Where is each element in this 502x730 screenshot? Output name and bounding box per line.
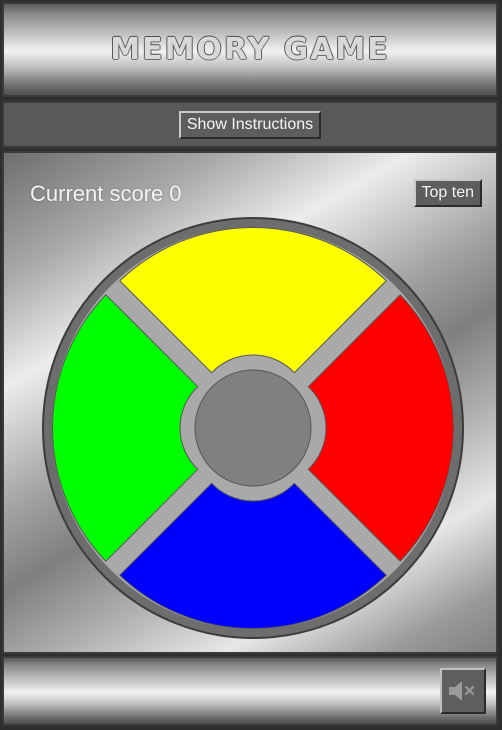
score-display: Current score 0 (30, 181, 182, 207)
toolbar: Show Instructions (2, 101, 498, 148)
page-title: MEMORY GAME (110, 32, 390, 67)
game-board (42, 217, 464, 639)
show-instructions-button[interactable]: Show Instructions (178, 110, 322, 139)
top-ten-button[interactable]: Top ten (413, 179, 482, 207)
mute-button[interactable] (440, 668, 486, 714)
game-area: Current score 0 Top ten (2, 151, 498, 654)
footer-bar (2, 656, 498, 726)
center-hub (194, 369, 312, 487)
score-value: 0 (169, 181, 182, 206)
speaker-muted-icon (449, 681, 475, 701)
score-label: Current score (30, 181, 164, 206)
header-bar: MEMORY GAME (2, 2, 498, 97)
